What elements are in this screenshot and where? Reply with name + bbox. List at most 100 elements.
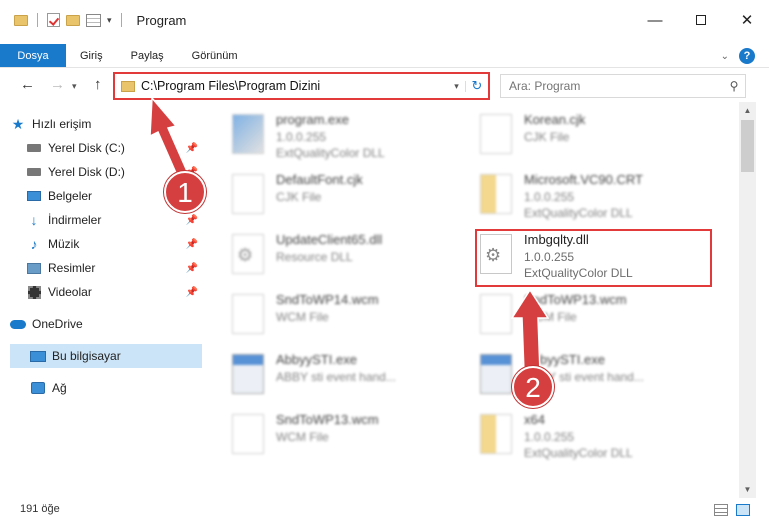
drive-icon [26, 141, 42, 155]
cloud-icon [10, 317, 26, 331]
minimize-button[interactable]: — [632, 0, 678, 40]
customize-toolbar-chevron-icon[interactable]: ▾ [107, 15, 112, 26]
refresh-icon[interactable]: ↻ [466, 78, 488, 94]
close-icon: ✕ [740, 12, 754, 29]
nav-item-videos[interactable]: Videolar 📌 [26, 280, 202, 304]
address-dropdown-chevron-icon[interactable]: ▾ [448, 80, 466, 92]
file-tile[interactable]: Microsoft.VC90.CRT 1.0.0.255 ExtQualityC… [460, 168, 700, 224]
ribbon-right-controls: ⌄ ? [721, 48, 755, 64]
folder-icon [121, 80, 135, 92]
file-name: AbbyySTI.exe [524, 352, 605, 367]
star-icon: ★ [11, 115, 25, 132]
file-tile[interactable]: AbbyySTI.exe ABBY sti event hand... [460, 348, 700, 404]
file-name: SndToWP13.wcm [276, 412, 379, 427]
nav-item-music[interactable]: ♪ Müzik 📌 [26, 232, 202, 256]
properties-icon[interactable] [86, 13, 101, 27]
scroll-down-icon[interactable]: ▼ [739, 481, 756, 498]
ribbon-tabs: Dosya Giriş Paylaş Görünüm ⌄ ? [0, 44, 769, 68]
properties-check-icon[interactable] [47, 13, 60, 27]
close-button[interactable]: ✕ [724, 0, 769, 40]
file-detail: 1.0.0.255 [524, 430, 575, 444]
target-file-highlight [475, 229, 712, 287]
details-view-icon[interactable] [714, 504, 728, 516]
file-tile[interactable]: program.exe 1.0.0.255 ExtQualityColor DL… [212, 108, 452, 164]
file-name: UpdateClient65.dll [276, 232, 383, 247]
nav-label: Belgeler [48, 189, 93, 203]
document-icon [232, 294, 264, 334]
recent-locations-chevron-icon[interactable]: ▾ [72, 81, 77, 92]
vertical-scrollbar[interactable]: ▲ ▼ [739, 102, 756, 498]
status-bar: 191 öğe [0, 498, 769, 520]
nav-label: Yerel Disk (C:) [48, 141, 125, 155]
nav-label: Hızlı erişim [32, 117, 92, 131]
music-icon: ♪ [30, 236, 38, 252]
nav-item-downloads[interactable]: ↓ İndirmeler 📌 [26, 208, 202, 232]
folder-icon[interactable] [14, 14, 28, 26]
computer-icon [30, 349, 46, 363]
file-tile[interactable]: x64 1.0.0.255 ExtQualityColor DLL [460, 408, 700, 464]
search-input[interactable] [509, 79, 723, 93]
toolbar-divider [37, 13, 38, 27]
search-icon[interactable]: ⚲ [723, 79, 745, 93]
nav-item-this-pc[interactable]: Bu bilgisayar [10, 344, 202, 368]
nav-item-local-disk-c[interactable]: Yerel Disk (C:) 📌 [26, 136, 202, 160]
file-detail: WCM File [524, 310, 577, 324]
file-tile[interactable]: DefaultFont.cjk CJK File [212, 168, 452, 224]
application-icon [480, 354, 512, 394]
nav-item-network[interactable]: Ağ [30, 376, 202, 400]
expand-ribbon-chevron-icon[interactable]: ⌄ [721, 51, 729, 62]
file-tile[interactable]: SndToWP13.wcm WCM File [460, 288, 700, 344]
maximize-button[interactable] [678, 0, 724, 40]
nav-label: OneDrive [32, 317, 83, 331]
pin-icon[interactable]: 📌 [186, 263, 198, 274]
file-detail: CJK File [524, 130, 570, 144]
file-detail: 1.0.0.255 [276, 130, 327, 144]
nav-item-onedrive[interactable]: OneDrive [10, 312, 202, 336]
scroll-up-icon[interactable]: ▲ [739, 102, 756, 119]
nav-quick-access[interactable]: ★ Hızlı erişim [10, 112, 202, 136]
address-bar[interactable]: C:\Program Files\Program Dizini ▾ ↻ [113, 72, 490, 100]
file-name: x64 [524, 412, 545, 427]
file-detail: Resource DLL [276, 250, 353, 264]
drive-icon [26, 165, 42, 179]
document-icon [232, 414, 264, 454]
file-name: DefaultFont.cjk [276, 172, 363, 187]
up-arrow-icon[interactable]: ↑ [94, 76, 102, 93]
tiles-view-icon[interactable] [736, 504, 750, 516]
address-path[interactable]: C:\Program Files\Program Dizini [141, 79, 448, 93]
nav-item-pictures[interactable]: Resimler 📌 [26, 256, 202, 280]
file-detail: WCM File [276, 430, 329, 444]
tab-home[interactable]: Giriş [66, 44, 117, 67]
nav-label: Yerel Disk (D:) [48, 165, 125, 179]
search-box: ⚲ [500, 74, 746, 98]
tab-view[interactable]: Görünüm [178, 44, 252, 67]
file-tile[interactable]: UpdateClient65.dll Resource DLL [212, 228, 452, 284]
pin-icon[interactable]: 📌 [186, 215, 198, 226]
download-icon: ↓ [30, 212, 38, 228]
back-arrow-icon[interactable]: ← [20, 76, 35, 93]
executable-icon [232, 114, 264, 154]
folder-document-icon [480, 414, 512, 454]
pictures-icon [26, 261, 42, 275]
nav-label: İndirmeler [48, 213, 102, 227]
pin-icon[interactable]: 📌 [186, 287, 198, 298]
file-detail: ExtQualityColor DLL [524, 446, 633, 460]
file-tile[interactable]: Korean.cjk CJK File [460, 108, 700, 164]
pin-icon[interactable]: 📌 [186, 143, 198, 154]
nav-label: Resimler [48, 261, 96, 275]
tab-file[interactable]: Dosya [0, 44, 66, 67]
address-row: ← → ▾ ↑ C:\Program Files\Program Dizini … [0, 70, 769, 102]
file-name: AbbyySTI.exe [276, 352, 357, 367]
file-name: SndToWP14.wcm [276, 292, 379, 307]
document-icon [232, 174, 264, 214]
pin-icon[interactable]: 📌 [186, 239, 198, 250]
scroll-thumb[interactable] [741, 120, 754, 172]
help-icon[interactable]: ? [739, 48, 755, 64]
folder-document-icon [480, 174, 512, 214]
file-tile[interactable]: SndToWP13.wcm WCM File [212, 408, 452, 464]
tab-share[interactable]: Paylaş [117, 44, 178, 67]
new-folder-icon[interactable] [66, 14, 80, 26]
file-tile[interactable]: SndToWP14.wcm WCM File [212, 288, 452, 344]
forward-arrow-icon[interactable]: → [50, 76, 65, 93]
file-tile[interactable]: AbbyySTI.exe ABBY sti event hand... [212, 348, 452, 404]
